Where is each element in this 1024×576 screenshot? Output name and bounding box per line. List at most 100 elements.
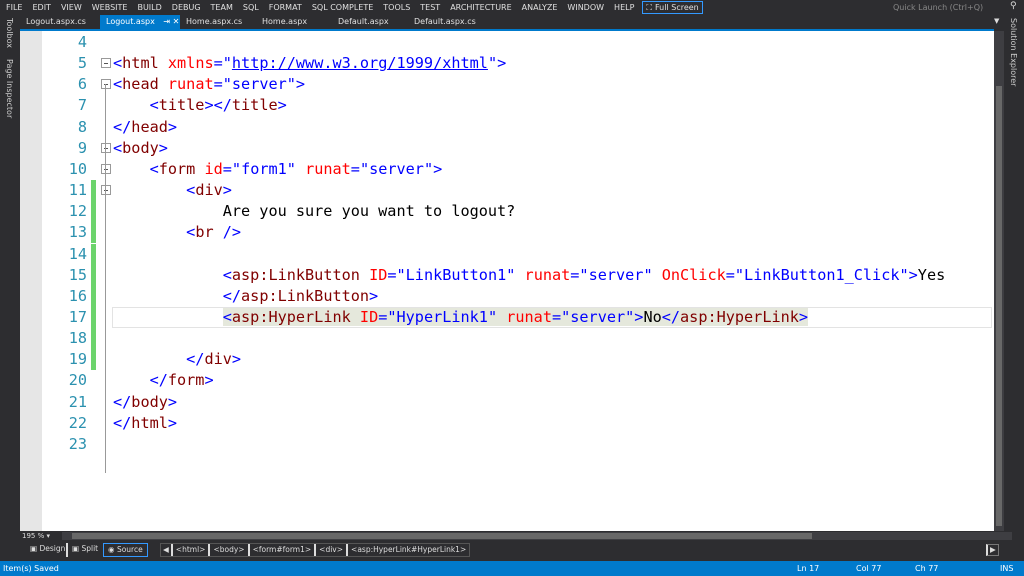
code-text[interactable]: <asp:LinkButton ID="LinkButton1" runat="… [113, 265, 946, 286]
code-token: form [158, 159, 196, 178]
solution-explorer-tab[interactable]: Solution Explorer [1009, 18, 1018, 86]
tab-default-aspx[interactable]: Default.aspx [332, 15, 408, 29]
tab-dropdown-icon[interactable]: ▼ [994, 17, 999, 25]
menu-sql-complete[interactable]: SQL COMPLETE [307, 0, 378, 15]
collapse-icon[interactable] [101, 79, 111, 90]
breadcrumb-left-arrow[interactable]: ◀ [161, 544, 171, 556]
status-insert-mode: INS [1000, 564, 1014, 573]
collapse-icon[interactable] [101, 185, 111, 196]
menu-edit[interactable]: EDIT [27, 0, 55, 15]
line-number: 20 [68, 371, 87, 390]
code-token: title [231, 96, 278, 115]
tab-home-aspx[interactable]: Home.aspx [256, 15, 332, 29]
line-number: 15 [68, 265, 87, 284]
collapse-icon[interactable] [101, 163, 111, 174]
breadcrumb-right-arrow[interactable]: ▶ [986, 544, 999, 556]
code-token: =" [222, 159, 242, 178]
code-token: =" [725, 265, 745, 284]
menu-window[interactable]: WINDOW [562, 0, 609, 15]
code-token: </ [661, 307, 681, 326]
zoom-level-dropdown[interactable]: 195 % ▾ [22, 531, 50, 541]
change-marker [91, 264, 96, 286]
code-text[interactable]: <div> [113, 180, 232, 201]
design-view-button[interactable]: ▣ Design [26, 543, 69, 557]
code-line: 18 [20, 328, 994, 350]
code-text[interactable]: <title></title> [113, 95, 287, 116]
code-text[interactable]: </html> [113, 413, 177, 434]
close-icon[interactable]: ✕ [173, 17, 180, 26]
menu-website[interactable]: WEBSITE [87, 0, 133, 15]
tab-label: Default.aspx [338, 17, 389, 26]
source-view-button[interactable]: ◉ Source [103, 543, 148, 557]
code-line: 8 </head> [20, 117, 994, 138]
code-editor[interactable]: 4 5 <html xmlns="http://www.w3.org/1999/xh… [20, 31, 994, 531]
collapse-icon[interactable] [101, 58, 111, 69]
collapse-icon[interactable] [101, 142, 111, 153]
code-token: body [131, 392, 168, 411]
menu-view[interactable]: VIEW [56, 0, 87, 15]
tab-default-aspx-cs[interactable]: Default.aspx.cs [408, 15, 484, 29]
code-text[interactable]: </form> [113, 370, 214, 391]
code-token: LinkButton1 [405, 265, 507, 284]
tab-logout-aspx-cs[interactable]: Logout.aspx.cs [20, 15, 100, 29]
code-text[interactable]: <html xmlns="http://www.w3.org/1999/xhtm… [113, 53, 506, 74]
vertical-scrollbar[interactable] [994, 31, 1004, 531]
code-token: =" [570, 265, 589, 284]
code-text[interactable]: <br /> [113, 222, 241, 243]
code-text[interactable]: <asp:HyperLink ID="HyperLink1" runat="se… [113, 307, 809, 328]
code-line: 16 </asp:LinkButton> [20, 285, 994, 307]
code-text[interactable]: <head runat="server"> [113, 74, 305, 95]
breadcrumb-item[interactable]: <form#form1> [247, 544, 315, 556]
menu-test[interactable]: TEST [415, 0, 445, 15]
menu-build[interactable]: BUILD [132, 0, 166, 15]
menu-file[interactable]: FILE [0, 0, 27, 15]
code-text[interactable]: Are you sure you want to logout? [113, 201, 516, 222]
breadcrumb-item[interactable]: <div> [314, 544, 346, 556]
menu-tools[interactable]: TOOLS [378, 0, 415, 15]
menu-analyze[interactable]: ANALYZE [517, 0, 563, 15]
menu-help[interactable]: HELP [609, 0, 639, 15]
code-token: " [506, 265, 525, 284]
code-text[interactable]: <body> [113, 138, 168, 159]
code-token: > [167, 392, 178, 411]
code-line: 10 <form id="form1" runat="server"> [20, 159, 994, 180]
tab-label: Logout.aspx.cs [26, 17, 86, 26]
menu-debug[interactable]: DEBUG [167, 0, 206, 15]
code-text[interactable]: </div> [113, 349, 241, 370]
menu-team[interactable]: TEAM [206, 0, 238, 15]
vertical-scroll-thumb[interactable] [996, 86, 1002, 526]
toolbox-tab[interactable]: Toolbox [5, 18, 14, 48]
breadcrumb-item[interactable]: <asp:HyperLink#HyperLink1> [346, 544, 469, 556]
code-text[interactable]: </head> [113, 117, 177, 138]
code-text[interactable]: </asp:LinkButton> [113, 286, 378, 307]
full-screen-button[interactable]: ⛶ Full Screen [642, 1, 703, 14]
search-icon[interactable]: ⚲ [1010, 1, 1017, 11]
menu-sql[interactable]: SQL [238, 0, 264, 15]
menu-architecture[interactable]: ARCHITECTURE [445, 0, 516, 15]
breadcrumb-item[interactable]: <html> [170, 544, 209, 556]
code-token: asp:HyperLink [680, 307, 799, 326]
breadcrumb-item[interactable]: <body> [208, 544, 247, 556]
code-line: 15 <asp:LinkButton ID="LinkButton1" runa… [20, 264, 994, 286]
page-inspector-tab[interactable]: Page Inspector [5, 59, 14, 118]
code-token: html [131, 413, 168, 432]
line-number: 16 [68, 286, 87, 305]
tab-logout-aspx[interactable]: Logout.aspx ⇥ ✕ [100, 15, 180, 29]
tab-home-aspx-cs[interactable]: Home.aspx.cs [180, 15, 256, 29]
code-token: id [204, 159, 223, 178]
code-token: > [222, 181, 232, 200]
code-text[interactable]: </body> [113, 392, 177, 413]
horizontal-scroll-thumb[interactable] [72, 533, 812, 539]
split-view-button[interactable]: ▣ Split [66, 543, 102, 557]
menu-format[interactable]: FORMAT [264, 0, 307, 15]
code-text[interactable]: <form id="form1" runat="server"> [113, 159, 443, 180]
quick-launch-input[interactable]: Quick Launch (Ctrl+Q) [893, 0, 1013, 15]
horizontal-scrollbar[interactable] [62, 532, 1012, 540]
source-label: Source [116, 545, 143, 554]
code-line: 20 </form> [20, 370, 994, 391]
pin-icon[interactable]: ⇥ [161, 17, 173, 26]
code-token: =" [213, 75, 232, 94]
